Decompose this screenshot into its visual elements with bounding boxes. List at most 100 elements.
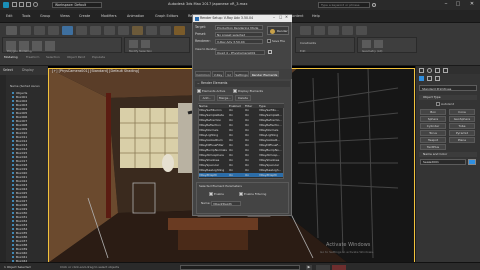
viewport-label[interactable]: [+] [PhysCamera001] [Standard] [Default … [52,69,139,73]
new-icon[interactable] [12,2,17,7]
layer-manager-icon[interactable] [104,26,115,35]
render-button[interactable]: Render [267,26,289,35]
search-input[interactable]: Type a keyword or phrase [318,2,370,8]
visibility-icon[interactable] [12,191,15,194]
visibility-icon[interactable] [12,179,15,182]
visibility-icon[interactable] [12,91,15,94]
explorer-tab-select[interactable]: Select [3,68,13,72]
visibility-icon[interactable] [12,243,15,246]
delete-element-button[interactable]: Delete [235,95,251,101]
dialog-title-bar[interactable]: Render Setup: V-Ray Adv 3.50.04 – □ ✕ [193,15,292,22]
align-icon[interactable] [90,26,101,35]
save-file-checkbox[interactable] [267,39,271,43]
motion-tab-icon[interactable] [443,67,448,73]
ribbon-tool-icon[interactable] [141,40,150,48]
render-element-row[interactable]: VRayLighting On On VRayLighting [199,133,278,137]
create-tab-icon[interactable] [419,67,424,73]
visibility-icon[interactable] [12,187,15,190]
maximize-button[interactable]: □ [452,0,464,9]
lights-icon[interactable] [435,76,440,81]
visibility-icon[interactable] [12,231,15,234]
cylinder-button[interactable]: Cylinder [420,123,446,129]
hierarchy-tab-icon[interactable] [435,67,440,73]
visibility-icon[interactable] [12,95,15,98]
object-name-field[interactable]: Sealed001 [420,159,466,165]
plane-button[interactable]: Plane [449,137,475,143]
preset-dropdown[interactable]: No preset selected [215,32,263,37]
elements-active-checkbox[interactable] [197,89,201,93]
visibility-icon[interactable] [12,199,15,202]
visibility-icon[interactable] [12,227,15,230]
ribbon-tool-icon[interactable] [129,40,138,48]
ribbon-tab-modeling[interactable]: Modeling [4,55,18,59]
select-tool-icon[interactable] [6,26,17,35]
ribbon-tool-icon[interactable] [362,40,371,48]
torus-button[interactable]: Torus [420,130,446,136]
visibility-icon[interactable] [12,211,15,214]
visibility-icon[interactable] [12,119,15,122]
ribbon-tab-object-paint[interactable]: Object Paint [67,55,85,59]
sphere-button[interactable]: Sphere [420,116,446,122]
vray-light-icon[interactable] [328,26,339,35]
render-element-row[interactable]: VRayNormals On On VRayNormals [199,128,278,132]
open-icon[interactable] [19,2,24,7]
visibility-icon[interactable] [12,115,15,118]
ribbon-tab-freeform[interactable]: Freeform [26,55,39,59]
visibility-icon[interactable] [12,139,15,142]
minimize-button[interactable]: – [440,0,452,9]
render-element-row[interactable]: VRayRefraction On On VRayRefractio... [199,118,282,122]
visibility-icon[interactable] [12,147,15,150]
menu-help[interactable]: Help [312,14,320,18]
visibility-icon[interactable] [12,207,15,210]
rotate-tool-icon[interactable] [34,26,45,35]
ribbon-tab-selection[interactable]: Selection [46,55,60,59]
app-logo-icon[interactable] [3,2,9,8]
tab-render-elements[interactable]: Render Elements [250,71,279,77]
render-element-row[interactable]: VRaySelfIllumin On On VRaySelfIllu... [199,108,279,112]
visibility-icon[interactable] [12,171,15,174]
render-elements-rollout-header[interactable]: − Render Elements [195,81,290,87]
ribbon-tool-icon[interactable] [374,40,383,48]
render-element-row[interactable]: VRayZDepth On On VRayZDepth [199,173,283,177]
visibility-icon[interactable] [12,251,15,254]
enable-checkbox[interactable] [209,192,213,196]
visibility-icon[interactable] [12,151,15,154]
autogrid-checkbox[interactable] [436,102,440,106]
ribbon-tool-icon[interactable] [32,41,42,51]
renderer-dropdown[interactable]: V-Ray Adv 3.50.04 [215,39,263,44]
merge-element-button[interactable]: Merge... [217,95,233,101]
visibility-icon[interactable] [12,215,15,218]
shapes-icon[interactable] [427,76,432,81]
render-element-row[interactable]: VRayBumpNormals On On VRayBumpNo... [199,148,282,152]
menu-views[interactable]: Views [60,14,70,18]
render-element-row[interactable]: VRayGlobalIllum On On VRayGlobalIl... [199,138,280,142]
object-type-rollout-header[interactable]: Object Type [419,95,477,100]
lock-icon[interactable] [268,50,272,54]
primitive-type-dropdown[interactable]: Standard Primitives [419,85,477,91]
box-button[interactable]: Box [420,109,446,115]
menu-edit[interactable]: Edit [6,14,13,18]
move-tool-icon[interactable] [20,26,31,35]
tube-button[interactable]: Tube [449,123,475,129]
modify-tab-icon[interactable] [427,67,432,73]
render-element-row[interactable]: VRaySpecular On On VRaySpecular [199,163,279,167]
dialog-maximize-button[interactable]: □ [279,16,282,20]
vray-toolbar-icon[interactable] [300,26,311,35]
visibility-icon[interactable] [12,159,15,162]
explorer-tab-display[interactable]: Display [22,68,34,72]
menu-animation[interactable]: Animation [127,14,144,18]
menu-tools[interactable]: Tools [22,14,30,18]
visibility-icon[interactable] [12,135,15,138]
dialog-minimize-button[interactable]: – [273,15,275,20]
time-slider[interactable] [180,264,300,270]
visibility-icon[interactable] [12,195,15,198]
visibility-icon[interactable] [12,235,15,238]
element-name-field[interactable]: VRayZDepth [211,201,241,206]
enable-filtering-checkbox[interactable] [239,192,243,196]
cone-button[interactable]: Cone [449,109,475,115]
tab-settings[interactable]: Settings [234,71,249,77]
menu-create[interactable]: Create [79,14,90,18]
render-element-row[interactable]: VRayShadows On On VRayShadows [199,158,279,162]
save-icon[interactable] [26,2,31,7]
target-dropdown[interactable]: Production Rendering Mode [215,25,263,30]
